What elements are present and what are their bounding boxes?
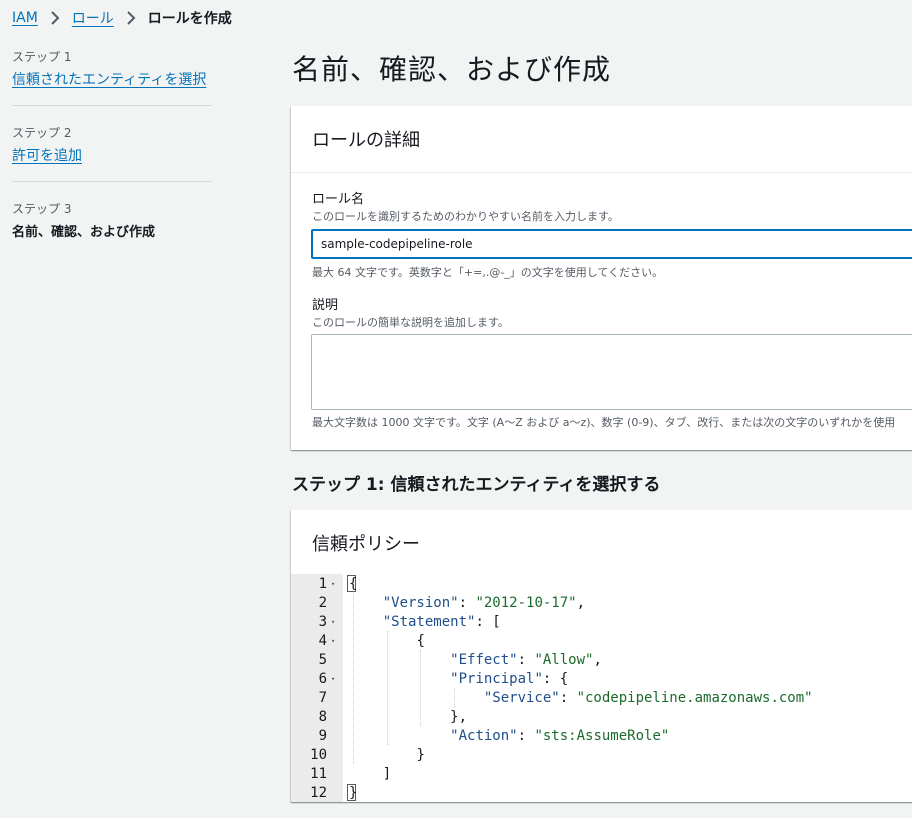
trust-policy-panel: 信頼ポリシー 1 ▾ 2 3 ▾ 4 ▾ 5 6 ▾ 7 8 9 10 11 12{ "Version": "…	[291, 510, 912, 802]
code-token: "Effect"	[450, 652, 518, 668]
code-token: :	[517, 728, 535, 744]
trust-policy-header: 信頼ポリシー	[291, 510, 912, 577]
step-3-current: 名前、確認、および作成	[12, 225, 156, 240]
breadcrumb-current: ロールを作成	[147, 11, 232, 27]
code-token: "codepipeline.amazonaws.com"	[576, 690, 813, 706]
code-token: {	[349, 576, 358, 592]
policy-code-editor[interactable]: 1 ▾ 2 3 ▾ 4 ▾ 5 6 ▾ 7 8 9 10 11 12{ "Version": "2012-10…	[291, 574, 912, 802]
line-number: 11	[310, 766, 327, 782]
step-1: ステップ 1 信頼されたエンティティを選択	[12, 48, 212, 106]
role-name-label: ロール名	[312, 192, 365, 207]
code-token: "Statement"	[382, 614, 476, 630]
code-line: "Action": "sts:AssumeRole"	[349, 727, 669, 746]
code-token: {	[416, 633, 425, 649]
code-token: :	[517, 652, 535, 668]
description-description: このロールの簡単な説明を追加します。	[312, 316, 509, 329]
line-number: 6	[318, 671, 327, 687]
breadcrumb-roles-link[interactable]: ロール	[72, 8, 114, 28]
code-token: "Principal"	[450, 671, 543, 687]
step-3: ステップ 3 名前、確認、および作成	[12, 200, 212, 256]
code-token: "Allow"	[534, 652, 594, 668]
step-2: ステップ 2 許可を追加	[12, 124, 212, 182]
line-number: 7	[318, 690, 327, 706]
step-3-label: ステップ 3	[12, 202, 72, 216]
fold-arrow-icon[interactable]: ▾	[331, 613, 339, 632]
code-line: "Version": "2012-10-17",	[349, 594, 585, 613]
wizard-steps: ステップ 1 信頼されたエンティティを選択 ステップ 2 許可を追加 ステップ …	[12, 46, 212, 274]
line-number: 12	[310, 785, 327, 801]
step-1-label: ステップ 1	[12, 50, 72, 64]
chevron-right-icon	[127, 11, 136, 25]
code-line: }	[349, 746, 425, 765]
code-token: ,	[576, 595, 586, 611]
role-details-header: ロールの詳細	[291, 106, 912, 173]
role-name-input[interactable]	[311, 229, 912, 259]
code-token: ,	[593, 652, 602, 668]
line-number: 3	[318, 614, 327, 630]
step-1-link[interactable]: 信頼されたエンティティを選択	[12, 72, 206, 88]
description-constraint: 最大文字数は 1000 文字です。文字 (A〜Z および a〜z)、数字 (0-…	[312, 416, 896, 429]
line-number: 2	[318, 595, 327, 611]
role-details-panel: ロールの詳細 ロール名 このロールを識別するためのわかりやすい名前を入力します。…	[291, 106, 912, 450]
breadcrumb: IAM ロール ロールを作成	[12, 9, 232, 27]
code-token: :	[559, 690, 577, 706]
description-textarea[interactable]	[311, 334, 912, 410]
code-line: "Principal": {	[349, 670, 568, 689]
line-number: 8	[318, 709, 327, 725]
fold-arrow-icon[interactable]: ▾	[331, 575, 339, 594]
step-2-link[interactable]: 許可を追加	[12, 148, 82, 164]
code-token: : {	[542, 671, 569, 687]
code-line: "Service": "codepipeline.amazonaws.com"	[349, 689, 813, 708]
code-line: "Effect": "Allow",	[349, 651, 602, 670]
chevron-right-icon	[51, 11, 60, 25]
code-token: },	[450, 709, 468, 725]
line-number: 10	[310, 747, 327, 763]
code-line: {	[349, 632, 425, 651]
code-line: ]	[349, 765, 391, 784]
breadcrumb-iam-link[interactable]: IAM	[12, 10, 38, 26]
code-line: },	[349, 708, 467, 727]
step1-section-title: ステップ 1: 信頼されたエンティティを選択する	[292, 475, 661, 495]
code-token: "2012-10-17"	[475, 595, 577, 611]
line-number: 1	[318, 576, 327, 592]
fold-arrow-icon[interactable]: ▾	[331, 670, 339, 689]
code-token: }	[349, 785, 358, 801]
code-token: "Service"	[483, 690, 560, 706]
code-token: "Action"	[450, 728, 518, 744]
code-token: : [	[475, 614, 501, 630]
role-name-description: このロールを識別するためのわかりやすい名前を入力します。	[312, 210, 619, 223]
line-number: 4	[318, 633, 327, 649]
fold-arrow-icon[interactable]: ▾	[331, 632, 339, 651]
role-name-constraint: 最大 64 文字です。英数字と「+=,.@-_」の文字を使用してください。	[312, 266, 664, 279]
code-token: "sts:AssumeRole"	[534, 728, 670, 744]
line-number: 5	[318, 652, 327, 668]
code-line: {	[349, 575, 357, 594]
page-title: 名前、確認、および作成	[292, 53, 612, 86]
code-token: "Version"	[382, 595, 459, 611]
code-token: ]	[382, 766, 392, 782]
code-token: :	[458, 595, 476, 611]
code-line: }	[349, 784, 357, 803]
code-token: }	[416, 747, 425, 763]
step-2-label: ステップ 2	[12, 126, 72, 140]
description-label: 説明	[312, 298, 339, 313]
code-line: "Statement": [	[349, 613, 501, 632]
line-number: 9	[318, 728, 327, 744]
